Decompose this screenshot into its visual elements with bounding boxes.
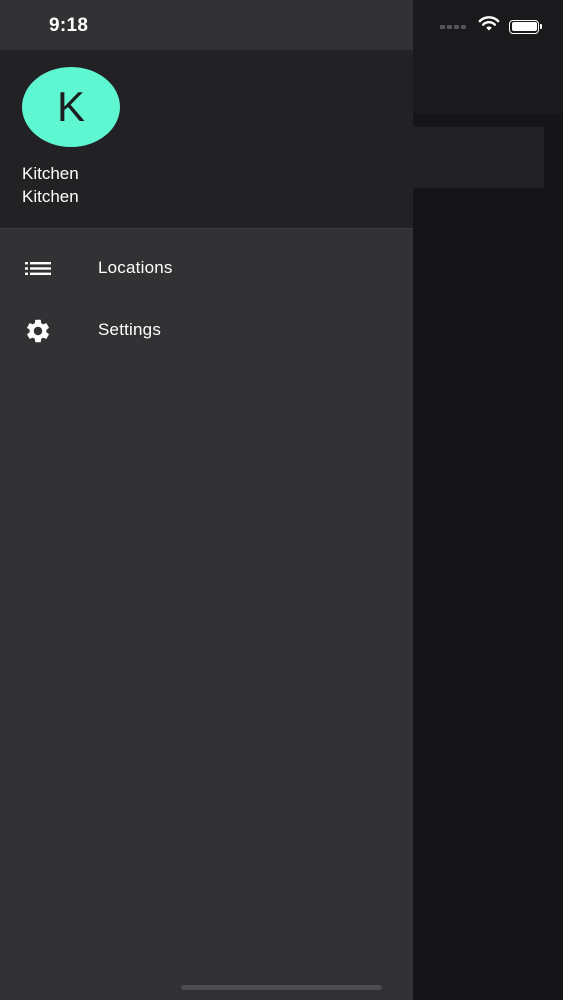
drawer-item-label: Locations bbox=[98, 258, 173, 277]
list-icon bbox=[24, 255, 52, 283]
drawer-item-settings[interactable]: Settings bbox=[0, 299, 413, 361]
user-name: Kitchen bbox=[22, 164, 79, 183]
drawer-header: K Kitchen Kitchen bbox=[0, 50, 413, 229]
avatar[interactable]: K bbox=[22, 67, 120, 147]
status-icons bbox=[440, 16, 542, 37]
drawer-item-locations[interactable]: Locations bbox=[0, 237, 413, 299]
wifi-icon bbox=[478, 16, 500, 37]
battery-icon bbox=[509, 19, 542, 34]
drawer-nav-list: Locations Settings bbox=[0, 237, 413, 361]
home-indicator[interactable] bbox=[181, 985, 382, 990]
user-location: Kitchen bbox=[22, 187, 79, 206]
drawer-item-label: Settings bbox=[98, 320, 162, 339]
background-content-card bbox=[413, 127, 544, 188]
status-time: 9:18 bbox=[49, 15, 89, 36]
gear-icon bbox=[24, 317, 52, 345]
navigation-drawer: K Kitchen Kitchen Locations Settings bbox=[0, 0, 413, 1000]
status-bar: 9:18 bbox=[0, 0, 563, 50]
cellular-signal-icon bbox=[440, 24, 466, 29]
